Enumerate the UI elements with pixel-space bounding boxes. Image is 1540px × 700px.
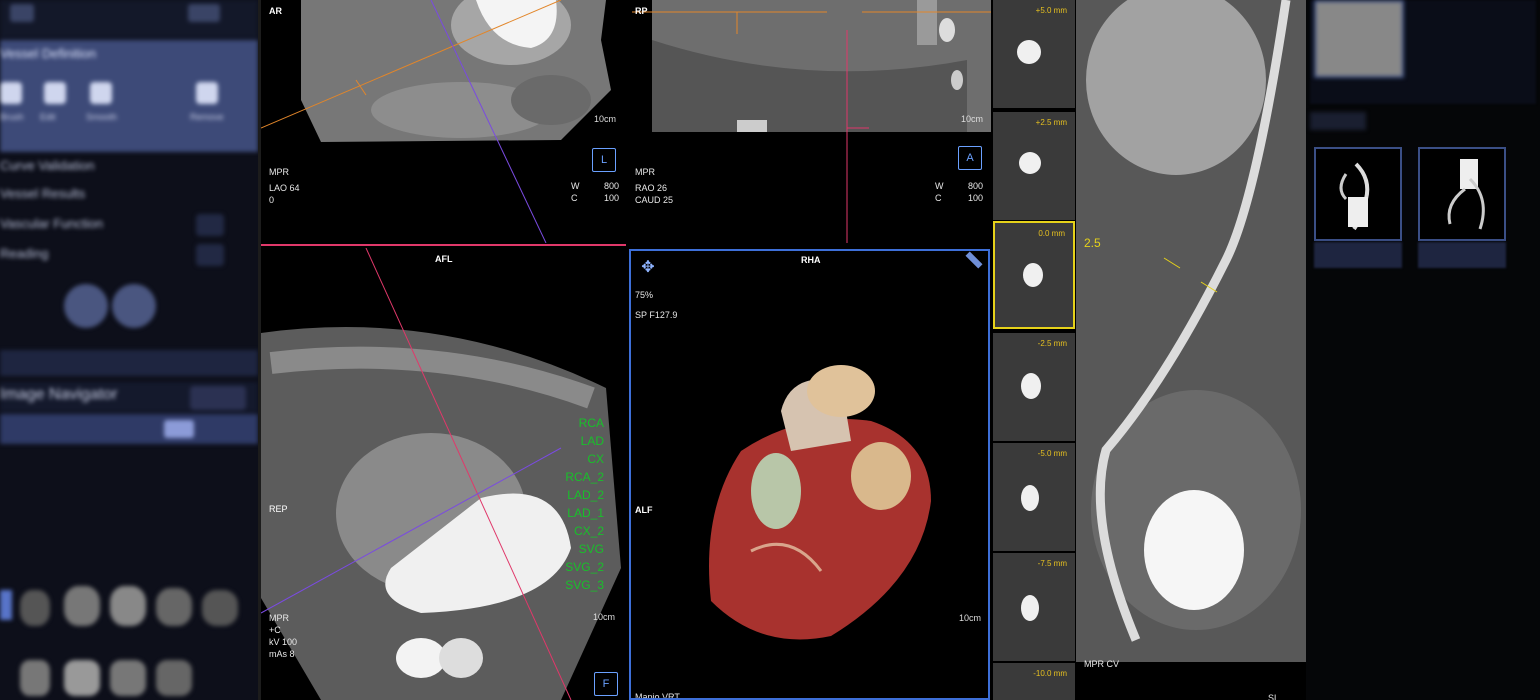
scale-label: 10cm — [959, 613, 982, 623]
scale-label: 10cm — [593, 612, 616, 622]
orientation-label-top: RHA — [801, 255, 821, 265]
panel-item-image-navigator[interactable]: Image Navigator — [0, 386, 117, 404]
viewport-mpr-afl[interactable]: AFL REP RCA LAD CX RCA_2 LAD_2 LAD_1 CX_… — [261, 248, 626, 700]
panel-item-vascular-function[interactable]: Vascular Function — [0, 216, 103, 231]
viewport-vrt-rha[interactable]: ✥ RHA 75% SP F127.9 ALF 10cm Mapio VRT — [629, 249, 990, 700]
orientation-cube-icon[interactable]: L — [592, 148, 616, 172]
scale-label: 10cm — [594, 114, 617, 124]
slab-thumbnail[interactable]: +2.5 mm — [993, 112, 1075, 220]
slab-offset-label: 0.0 mm — [1038, 229, 1065, 238]
orientation-cube-icon[interactable]: F — [594, 672, 618, 696]
panel-item-vessel-definition[interactable]: Vessel Definition — [0, 46, 96, 61]
slab-thumbnail[interactable]: +5.0 mm — [993, 0, 1075, 108]
orientation-label: RP — [635, 6, 648, 16]
overlay-info: MPR +C kV 100 mAs 8 — [269, 613, 298, 659]
sync-line — [261, 244, 626, 246]
tool-label-smooth: Smooth — [86, 112, 118, 122]
vessel-label-svg[interactable]: SVG — [544, 542, 604, 556]
smooth-tool-icon[interactable] — [90, 82, 112, 104]
vessel-label-rca[interactable]: RCA — [544, 416, 604, 430]
vessel-label-cx[interactable]: CX — [544, 452, 604, 466]
window-level: W 800 C 100 — [571, 181, 619, 203]
slab-offset-label: +2.5 mm — [1035, 118, 1067, 127]
window-level: W 800 C 100 — [935, 181, 983, 203]
viewport-mpr-rp[interactable]: RP 10cm A MPR RAO 26 CAUD 25 W 800 C 100 — [627, 0, 991, 243]
overlay-info: MPR RAO 26 CAUD 25 — [635, 167, 674, 205]
tool-label-edit: Edit — [40, 112, 56, 122]
method-label: MPR CV — [1084, 659, 1120, 669]
curved-vessel-image — [1076, 0, 1306, 700]
vessel-label-cx-2[interactable]: CX_2 — [544, 524, 604, 538]
vessel-label-lad-2[interactable]: LAD_2 — [544, 488, 604, 502]
vessel-label-lad-1[interactable]: LAD_1 — [544, 506, 604, 520]
render-mode: Mapio VRT — [635, 692, 680, 700]
panel-item-reading[interactable]: Reading — [0, 246, 48, 261]
ct-slice-image — [261, 0, 611, 243]
tool-label-brush: Brush — [0, 112, 24, 122]
preview-thumbnail[interactable] — [1314, 0, 1404, 78]
brush-tool-icon[interactable] — [0, 82, 22, 104]
vessel-label-rca-2[interactable]: RCA_2 — [544, 470, 604, 484]
vessel-list: RCA LAD CX RCA_2 LAD_2 LAD_1 CX_2 SVG SV… — [534, 416, 604, 606]
orientation-label-top: AFL — [435, 254, 453, 264]
pan-arrows-icon[interactable]: ✥ — [637, 257, 659, 279]
thickness-label: 2.5 — [1084, 236, 1101, 250]
orientation-label: AR — [269, 6, 282, 16]
vessel-label-svg-3[interactable]: SVG_3 — [544, 578, 604, 592]
overlay-info: MPR LAO 64 0 — [269, 167, 300, 205]
viewport-mpr-ar[interactable]: AR 10cm L MPR LAO 64 0 W 800 C 100 — [261, 0, 626, 243]
slab-thumbnail-selected[interactable]: 0.0 mm — [993, 221, 1075, 329]
viewport-curved-mpr[interactable]: 2.5 MPR CV SL — [1076, 0, 1306, 700]
orientation-cube-icon[interactable]: A — [958, 146, 982, 170]
vrt-heart-image — [709, 365, 931, 640]
edit-tool-icon[interactable] — [44, 82, 66, 104]
vessel-label-lad[interactable]: LAD — [544, 434, 604, 448]
left-tool-panel: Vessel Definition Brush Edit Smooth Remo… — [0, 0, 258, 700]
vessel-label-svg-2[interactable]: SVG_2 — [544, 560, 604, 574]
slab-offset-label: -2.5 mm — [1037, 339, 1067, 348]
overlay-info: 75% SP F127.9 — [635, 290, 678, 320]
remove-tool-icon[interactable] — [196, 82, 218, 104]
ct-slice-image — [632, 0, 991, 243]
panel-item-vessel-results[interactable]: Vessel Results — [0, 186, 85, 201]
pin-round-button[interactable] — [64, 284, 108, 328]
slab-thumbnail[interactable]: -2.5 mm — [993, 333, 1075, 441]
orientation-label-left: ALF — [635, 505, 653, 515]
slab-offset-label: +5.0 mm — [1035, 6, 1067, 15]
slab-thumbnail[interactable]: -10.0 mm — [993, 663, 1075, 700]
slab-offset-label: -5.0 mm — [1037, 449, 1067, 458]
slab-thumbnail[interactable]: -7.5 mm — [993, 553, 1075, 661]
slab-thumbnail[interactable]: -5.0 mm — [993, 443, 1075, 551]
grid-round-button[interactable] — [112, 284, 156, 328]
panel-item-curve-validation[interactable]: Curve Validation — [0, 158, 94, 173]
vessel-tree-thumbnail-2[interactable] — [1418, 147, 1506, 241]
scale-label: 10cm — [961, 114, 984, 124]
right-thumbnail-panel — [1306, 0, 1540, 700]
orientation-label-left: REP — [269, 504, 288, 514]
slab-offset-label: -7.5 mm — [1037, 559, 1067, 568]
slab-offset-label: -10.0 mm — [1033, 669, 1067, 678]
corner-label: SL — [1268, 693, 1280, 700]
vessel-tree-thumbnail-1[interactable] — [1314, 147, 1402, 241]
tool-label-remove: Remove — [190, 112, 224, 122]
